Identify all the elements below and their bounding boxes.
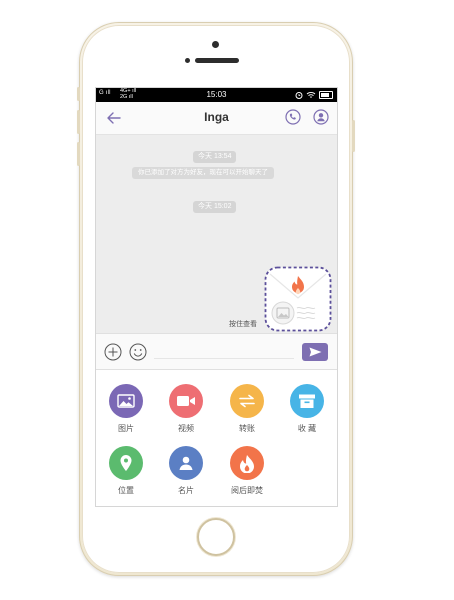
alarm-icon xyxy=(295,91,303,99)
panel-item-favorites[interactable]: 收 藏 xyxy=(282,384,332,434)
panel-item-label: 名片 xyxy=(178,486,194,495)
panel-item-contact-card[interactable]: 名片 xyxy=(161,446,211,496)
contact-card-icon xyxy=(169,446,203,480)
panel-item-burn-after-reading[interactable]: 阅后即焚 xyxy=(222,446,272,496)
earpiece-speaker xyxy=(195,58,239,63)
box-icon xyxy=(290,384,324,418)
video-icon xyxy=(169,384,203,418)
burn-envelope-icon[interactable] xyxy=(264,266,332,332)
panel-item-image[interactable]: 图片 xyxy=(101,384,151,434)
system-message: 你已添加了对方为好友，现在可以开始聊天了 xyxy=(132,167,274,179)
location-icon xyxy=(109,446,143,480)
volume-up-button xyxy=(77,110,80,134)
chat-header: Inga xyxy=(96,102,337,135)
panel-item-label: 阅后即焚 xyxy=(231,486,263,495)
fire-icon xyxy=(230,446,264,480)
phone-icon[interactable] xyxy=(285,109,301,125)
panel-item-label: 图片 xyxy=(118,424,134,433)
home-button[interactable] xyxy=(197,518,235,556)
plus-circle-icon[interactable] xyxy=(104,343,122,361)
time-badge: 今天 13:54 xyxy=(193,151,237,163)
panel-item-label: 收 藏 xyxy=(297,424,317,433)
power-button xyxy=(352,120,355,152)
attachment-panel: 图片 视频 转账 收 藏 位置 名片 阅后即焚 xyxy=(96,370,337,506)
status-right-icons xyxy=(295,90,333,99)
volume-down-button xyxy=(77,142,80,166)
transfer-icon xyxy=(230,384,264,418)
message-list: 今天 13:54 你已添加了对方为好友，现在可以开始聊天了 今天 15:02 按… xyxy=(96,135,337,333)
camera-dot xyxy=(212,41,219,48)
battery-icon xyxy=(319,90,333,99)
input-bar xyxy=(96,333,337,370)
send-icon xyxy=(309,347,322,357)
emoji-icon[interactable] xyxy=(129,343,147,361)
burn-message-label: 按住查看 xyxy=(229,321,257,328)
panel-item-label: 转账 xyxy=(239,424,255,433)
mute-switch xyxy=(77,87,80,101)
time-badge: 今天 15:02 xyxy=(193,201,237,213)
send-button[interactable] xyxy=(302,343,328,361)
panel-item-transfer[interactable]: 转账 xyxy=(222,384,272,434)
wifi-icon xyxy=(306,91,316,98)
panel-item-location[interactable]: 位置 xyxy=(101,446,151,496)
status-bar: G ıll 4G+ ıll 2G ıll 15:03 xyxy=(96,88,337,102)
panel-item-label: 视频 xyxy=(178,424,194,433)
panel-item-label: 位置 xyxy=(118,486,134,495)
app-screen: G ıll 4G+ ıll 2G ıll 15:03 Inga 今天 13:54… xyxy=(95,87,338,507)
panel-item-video[interactable]: 视频 xyxy=(161,384,211,434)
image-icon xyxy=(109,384,143,418)
front-camera xyxy=(185,58,190,63)
message-input[interactable] xyxy=(154,358,294,359)
user-icon[interactable] xyxy=(313,109,329,125)
